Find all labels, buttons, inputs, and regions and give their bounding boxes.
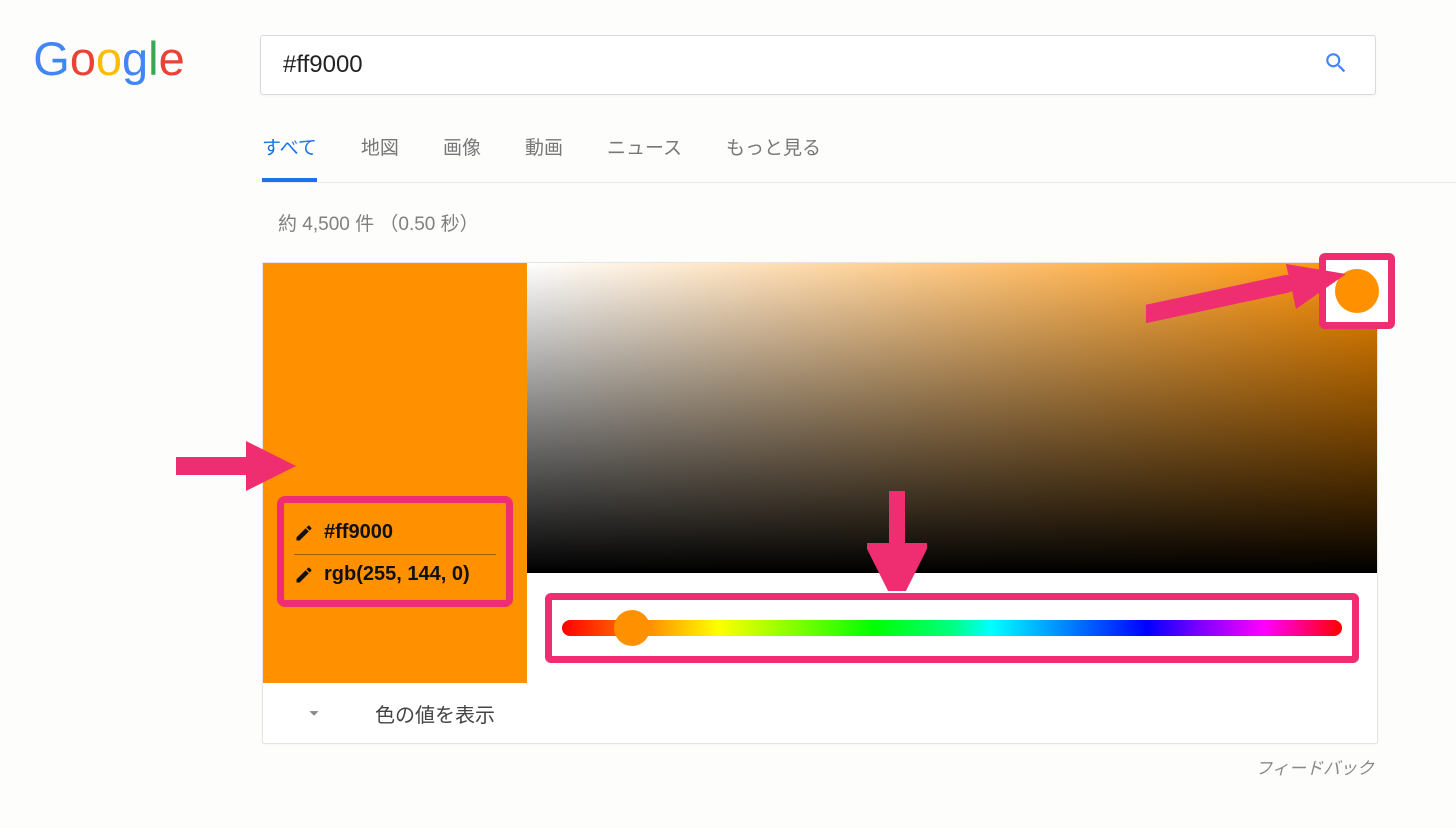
result-stats: 約 4,500 件 （0.50 秒） bbox=[278, 209, 1456, 236]
tab-all[interactable]: すべて bbox=[262, 133, 317, 182]
google-logo[interactable]: Google bbox=[32, 32, 260, 97]
search-box bbox=[260, 35, 1376, 95]
tab-maps[interactable]: 地図 bbox=[361, 133, 399, 182]
hue-row bbox=[527, 573, 1377, 683]
saturation-gradient[interactable] bbox=[527, 263, 1377, 573]
feedback-link[interactable]: フィードバック bbox=[262, 754, 1378, 779]
swatch-column: #ff9000 rgb(255, 144, 0) bbox=[263, 263, 527, 683]
gradient-cursor[interactable] bbox=[1335, 269, 1379, 313]
tab-videos[interactable]: 動画 bbox=[525, 133, 563, 182]
chevron-down-icon bbox=[303, 702, 325, 724]
tab-more[interactable]: もっと見る bbox=[726, 133, 821, 182]
svg-text:Google: Google bbox=[33, 32, 184, 85]
gradient-cursor-highlight bbox=[1319, 253, 1395, 329]
search-button[interactable] bbox=[1317, 44, 1355, 85]
tab-news[interactable]: ニュース bbox=[607, 133, 682, 182]
search-icon bbox=[1323, 50, 1349, 76]
hue-highlight bbox=[545, 593, 1359, 663]
expand-label: 色の値を表示 bbox=[375, 699, 495, 728]
tabs: すべて 地図 画像 動画 ニュース もっと見る 設定 ツール bbox=[262, 133, 1456, 183]
gradient-column bbox=[527, 263, 1377, 683]
hue-handle[interactable] bbox=[614, 610, 650, 646]
tab-images[interactable]: 画像 bbox=[443, 133, 481, 182]
edit-icon[interactable] bbox=[294, 523, 314, 543]
search-input[interactable] bbox=[283, 51, 1317, 79]
header: Google bbox=[0, 0, 1456, 97]
edit-icon[interactable] bbox=[294, 565, 314, 585]
value-box: #ff9000 rgb(255, 144, 0) bbox=[277, 496, 513, 607]
hex-row: #ff9000 bbox=[294, 513, 496, 555]
hex-value[interactable]: #ff9000 bbox=[324, 521, 393, 544]
picker-top: #ff9000 rgb(255, 144, 0) bbox=[263, 263, 1377, 683]
color-picker-card: #ff9000 rgb(255, 144, 0) bbox=[262, 262, 1378, 744]
rgb-value[interactable]: rgb(255, 144, 0) bbox=[324, 563, 470, 586]
hue-slider[interactable] bbox=[562, 620, 1342, 636]
rgb-row: rgb(255, 144, 0) bbox=[294, 555, 496, 596]
expand-values[interactable]: 色の値を表示 bbox=[263, 683, 1377, 743]
